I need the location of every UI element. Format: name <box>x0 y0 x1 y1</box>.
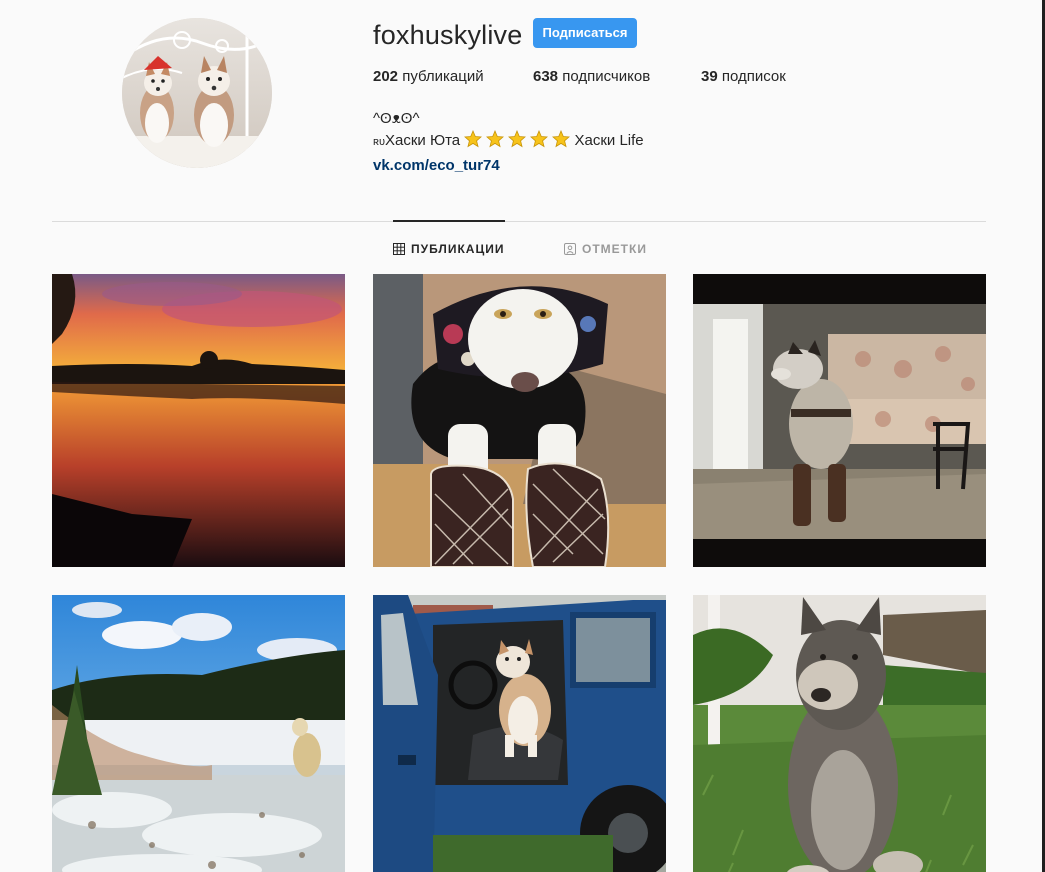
tab-tagged[interactable]: ОТМЕТКИ <box>564 241 647 257</box>
following-stat[interactable]: 39 подписок <box>701 67 786 87</box>
active-tab-indicator <box>393 220 505 222</box>
bio-line-2: ʀᴜХаски Юта Хаски Life <box>373 129 644 155</box>
star-icons <box>464 129 571 148</box>
grid-icon <box>393 243 405 255</box>
tab-tagged-label: ОТМЕТКИ <box>582 242 647 256</box>
followers-label: подписчиков <box>562 68 651 85</box>
followers-stat[interactable]: 638 подписчиков <box>533 67 650 87</box>
avatar-image <box>122 18 272 168</box>
post-thumbnail[interactable] <box>693 274 986 567</box>
post-image-old-husky-grass <box>693 595 986 872</box>
posts-label: публикаций <box>402 68 484 85</box>
tab-posts[interactable]: ПУБЛИКАЦИИ <box>393 241 504 257</box>
posts-stat[interactable]: 202 публикаций <box>373 67 484 87</box>
following-count: 39 <box>701 68 718 85</box>
followers-count: 638 <box>533 68 559 85</box>
profile-avatar[interactable] <box>122 18 272 168</box>
post-image-husky-blue-car <box>373 595 666 872</box>
post-image-husky-boots <box>693 274 986 567</box>
following-label: подписок <box>721 68 786 85</box>
tab-posts-label: ПУБЛИКАЦИИ <box>411 242 505 256</box>
star-emoji-row <box>464 129 571 155</box>
profile-bio: ^ʘᴥʘ^ ʀᴜХаски Юта Хаски Life vk.com/eco_… <box>373 108 644 177</box>
post-thumbnail[interactable] <box>52 595 345 872</box>
bio-name: Хаски Юта <box>384 132 461 149</box>
post-image-snowy-lake <box>52 595 345 872</box>
bio-line-1: ^ʘᴥʘ^ <box>373 110 420 127</box>
post-image-sunset-lake <box>52 274 345 567</box>
bio-suffix: Хаски Life <box>574 132 644 149</box>
bio-link[interactable]: vk.com/eco_tur74 <box>373 155 500 177</box>
bio-lang-prefix: ʀᴜ <box>373 136 385 148</box>
posts-count: 202 <box>373 68 399 85</box>
post-thumbnail[interactable] <box>373 595 666 872</box>
post-thumbnail[interactable] <box>52 274 345 567</box>
post-thumbnail[interactable] <box>693 595 986 872</box>
tagged-person-icon <box>564 243 576 255</box>
follow-button[interactable]: Подписаться <box>533 18 637 48</box>
post-image-husky-headscarf <box>373 274 666 567</box>
tabs-divider <box>52 221 986 222</box>
post-thumbnail[interactable] <box>373 274 666 567</box>
profile-username: foxhuskylive <box>373 20 523 50</box>
